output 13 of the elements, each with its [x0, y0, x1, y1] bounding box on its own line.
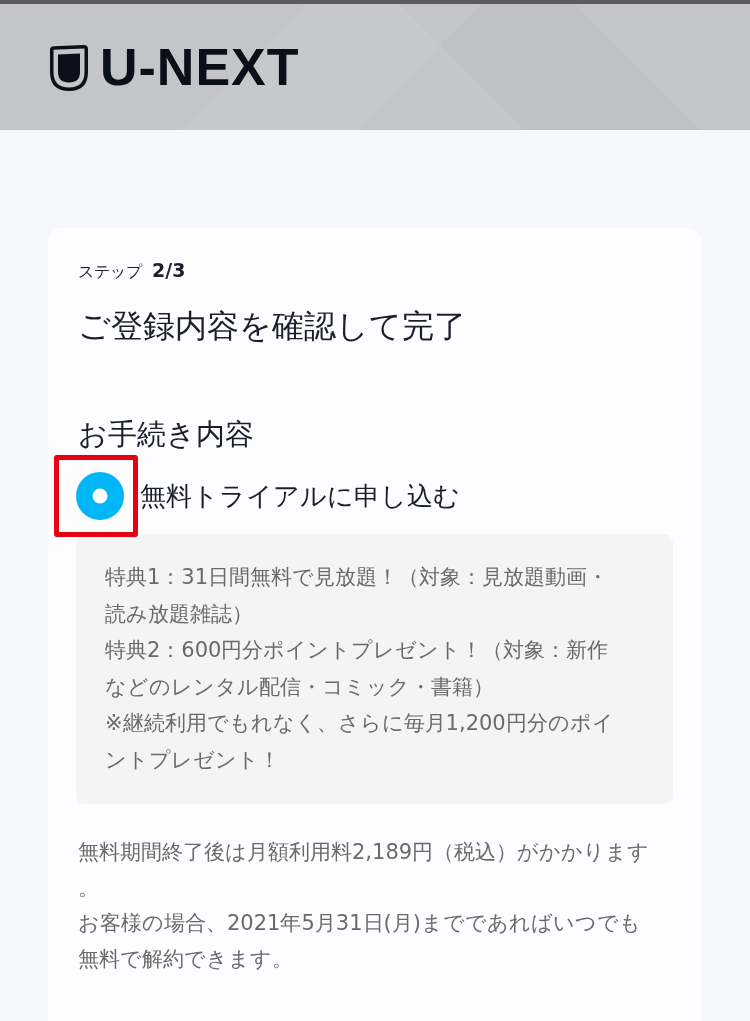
radio-option[interactable]: 無料トライアルに申し込む — [76, 472, 460, 520]
section-heading: お手続き内容 — [78, 416, 255, 453]
note-text: 無料期間終了後は月額利用料2,189円（税込）がかかります。 — [78, 839, 651, 902]
note-text: お客様の場合、2021年5月31日(月)までであればいつでも無料で解約できます。 — [78, 910, 642, 973]
benefit-text: 特典2：600円分ポイントプレゼント！（対象：新作などのレンタル配信・コミック・書籍） — [105, 637, 610, 701]
benefit-text: 特典1：31日間無料で見放題！（対象：見放題動画・読み放題雑誌） — [105, 564, 610, 628]
benefit-text: ※継続利用でもれなく、さらに毎月1,200円分のポイントプレゼント！ — [105, 710, 615, 774]
step-number: 2/3 — [152, 258, 186, 282]
radio-icon[interactable] — [76, 472, 124, 520]
shield-logo-icon — [50, 45, 88, 91]
step-label: ステップ — [78, 261, 142, 283]
page-title: ご登録内容を確認して完了 — [78, 306, 467, 347]
logo-wordmark: U-NEXT — [100, 41, 300, 93]
